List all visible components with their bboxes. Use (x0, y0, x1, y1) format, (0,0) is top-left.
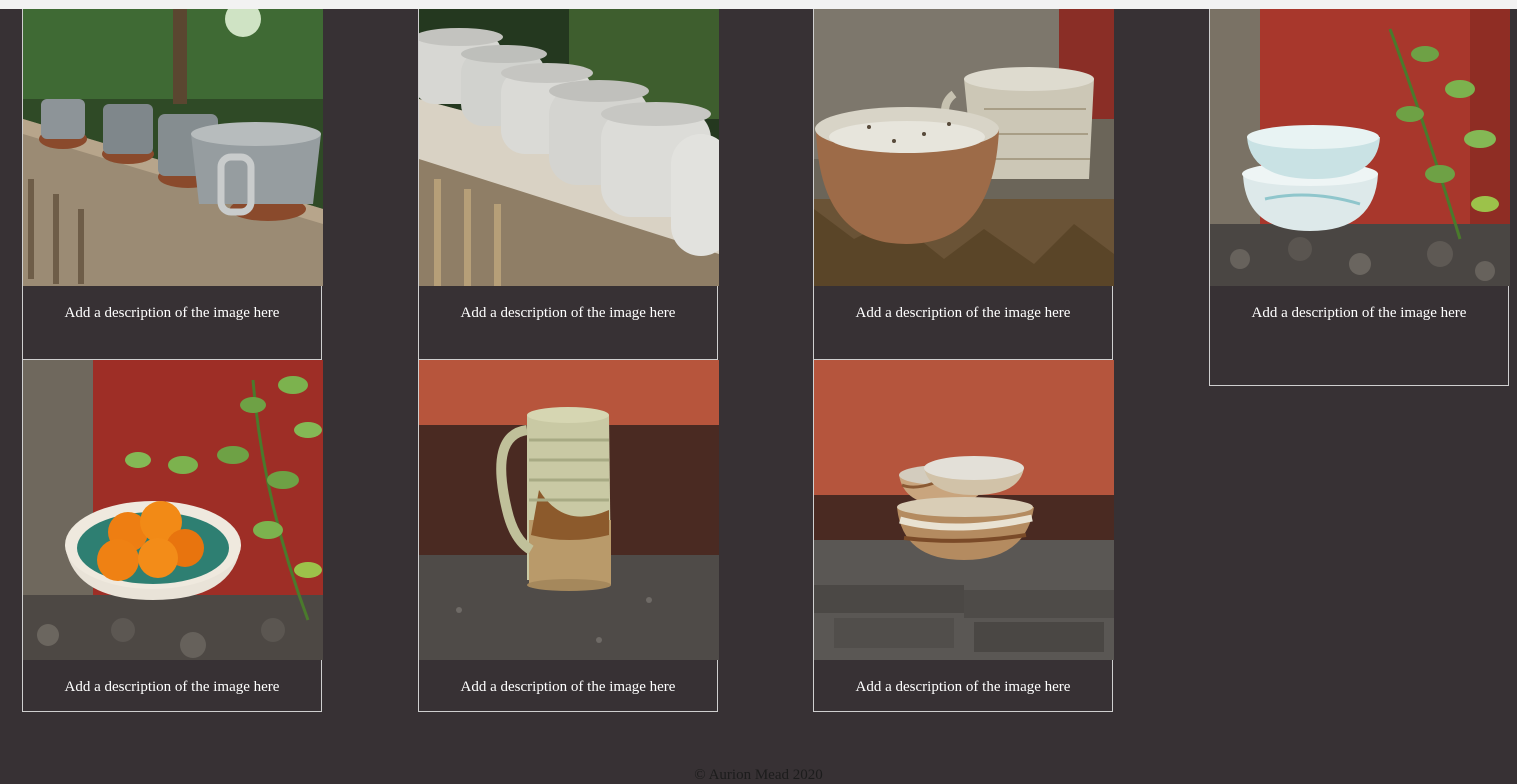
gallery-item[interactable]: Add a description of the image here (22, 359, 323, 712)
gallery-item[interactable]: Add a description of the image here (813, 359, 1114, 712)
gallery-caption: Add a description of the image here (855, 679, 1071, 695)
gallery-caption: Add a description of the image here (855, 305, 1071, 321)
gallery-item[interactable]: Add a description of the image here (418, 359, 719, 712)
image-gallery: Add a description of the image here Add … (0, 0, 1517, 779)
gallery-photo-speckled-bowl[interactable] (814, 9, 1114, 286)
gallery-caption: Add a description of the image here (64, 305, 280, 321)
gallery-item[interactable]: Add a description of the image here (418, 9, 719, 386)
gallery-caption: Add a description of the image here (1251, 305, 1467, 321)
gallery-caption: Add a description of the image here (460, 305, 676, 321)
gallery-item[interactable]: Add a description of the image here (1209, 9, 1510, 386)
footer-copyright: © Aurion Mead 2020 (694, 767, 823, 783)
gallery-photo-blue-bowls[interactable] (1210, 9, 1510, 286)
gallery-caption: Add a description of the image here (460, 679, 676, 695)
gallery-photo-apricot-bowl[interactable] (23, 360, 323, 660)
gallery-photo-swirl-bowls[interactable] (814, 360, 1114, 660)
gallery-photo-white-mugs[interactable] (419, 9, 719, 286)
gallery-photo-mugs-on-railing[interactable] (23, 9, 323, 286)
gallery-photo-green-mug[interactable] (419, 360, 719, 660)
gallery-item[interactable]: Add a description of the image here (813, 9, 1114, 386)
gallery-item[interactable]: Add a description of the image here (22, 9, 323, 386)
gallery-caption: Add a description of the image here (64, 679, 280, 695)
